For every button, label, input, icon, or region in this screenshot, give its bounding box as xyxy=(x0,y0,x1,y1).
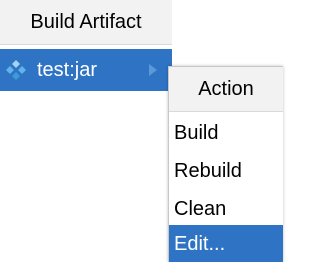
action-item-rebuild[interactable]: Rebuild xyxy=(169,152,283,190)
action-popup: Action Build Rebuild Clean Edit... xyxy=(168,66,283,262)
artifact-diamond-icon xyxy=(4,58,28,82)
build-artifact-popup-title: Build Artifact xyxy=(0,0,172,45)
action-item-clean[interactable]: Clean xyxy=(169,190,283,228)
action-item-edit[interactable]: Edit... xyxy=(169,225,283,262)
artifact-item-test-jar[interactable]: test:jar xyxy=(0,49,172,91)
action-popup-title: Action xyxy=(169,67,283,112)
ide-popup-area: Build Artifact test:jar Action Build Reb… xyxy=(0,0,283,262)
artifact-item-label: test:jar xyxy=(37,58,98,81)
action-item-build[interactable]: Build xyxy=(169,114,283,152)
build-artifact-popup: Build Artifact test:jar xyxy=(0,0,172,91)
submenu-arrow-icon xyxy=(149,64,157,76)
